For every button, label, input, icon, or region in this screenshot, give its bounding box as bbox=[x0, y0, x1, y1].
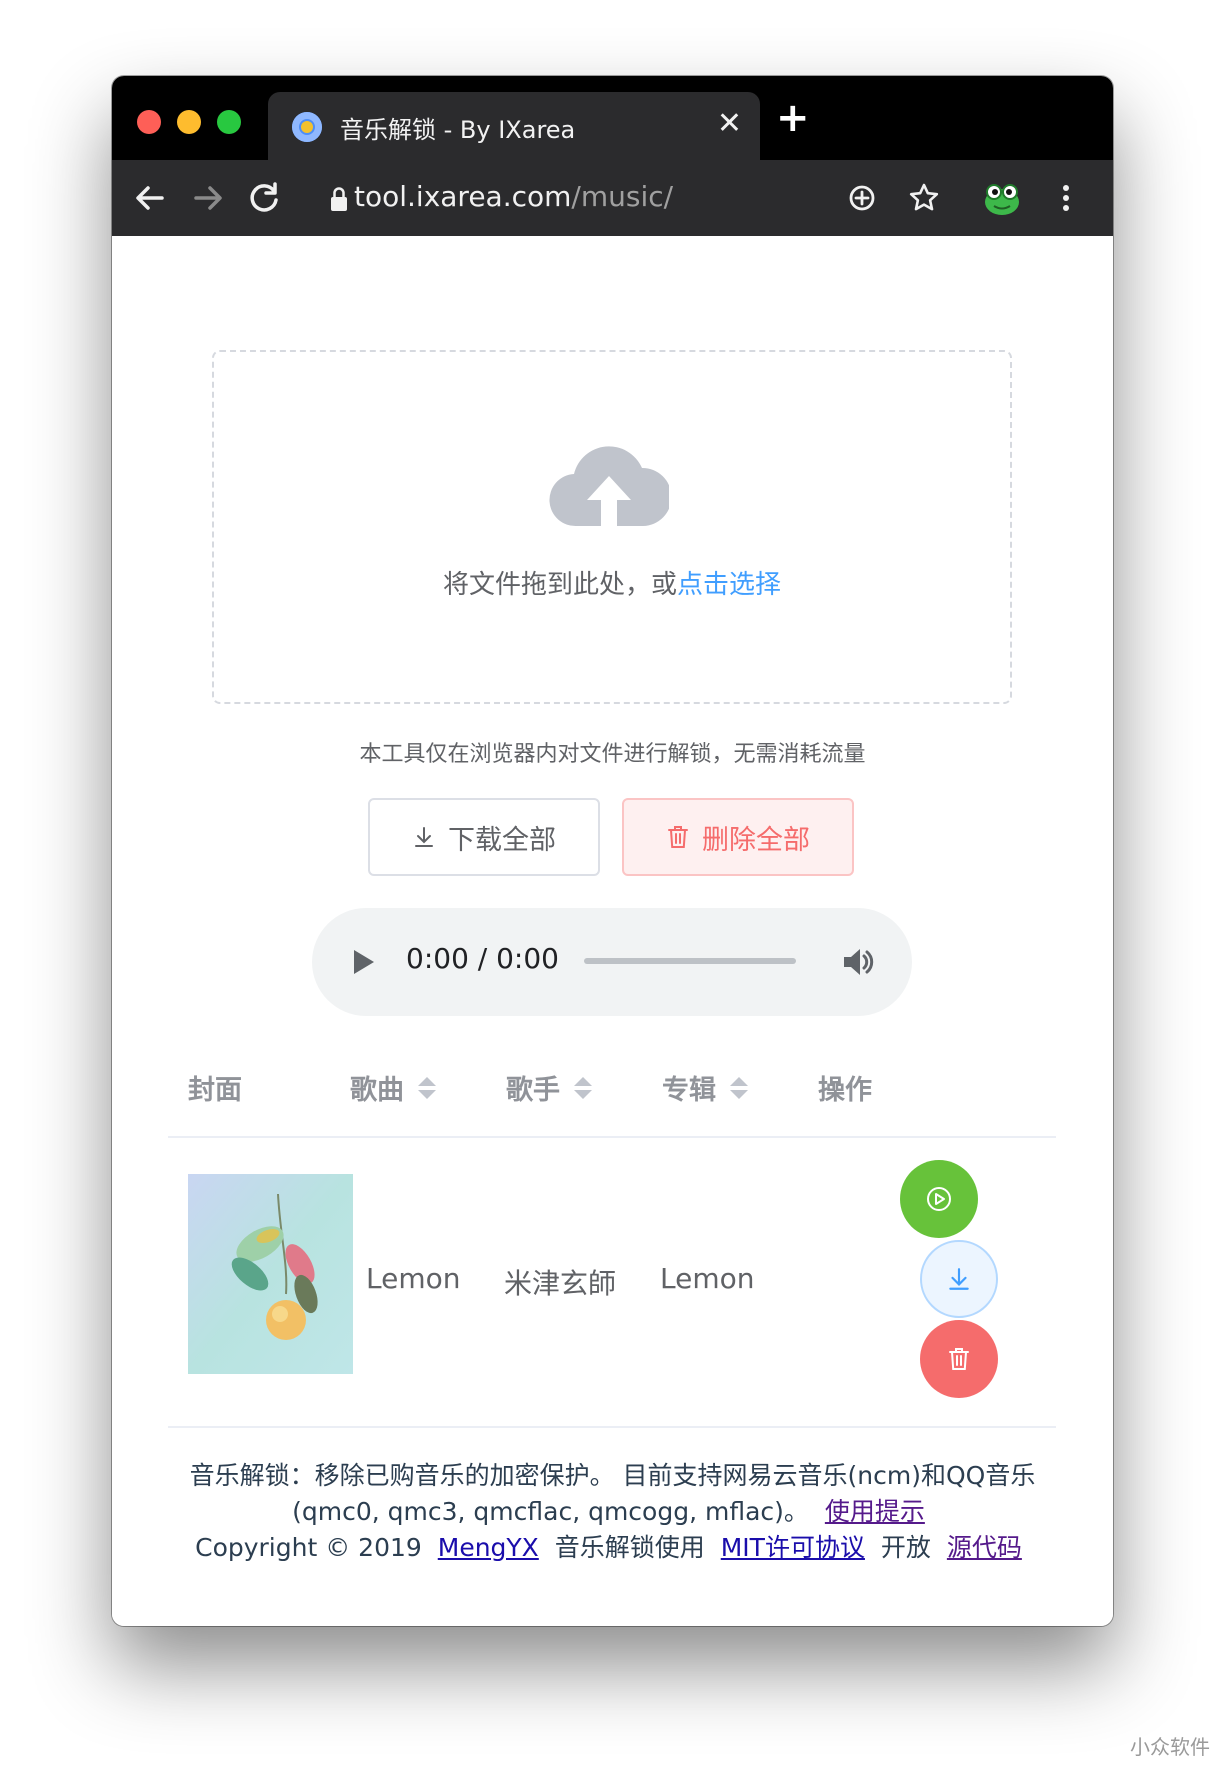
artist-name: 米津玄師 bbox=[504, 1267, 617, 1300]
footer-line-1: 音乐解锁：移除已购音乐的加密保护。 目前支持网易云音乐(ncm)和QQ音乐 bbox=[189, 1461, 1036, 1490]
reload-icon[interactable] bbox=[240, 174, 288, 222]
supported-formats: (qmc0, qmc3, qmcflac, qmcogg, mflac)。 bbox=[292, 1497, 809, 1526]
sort-icon[interactable] bbox=[730, 1076, 748, 1099]
tab-close-button[interactable]: ✕ bbox=[717, 106, 742, 142]
license-text: 音乐解锁使用 bbox=[554, 1533, 705, 1562]
address-bar[interactable]: tool.ixarea.com/music/ bbox=[354, 180, 673, 213]
watermark: 小众软件 bbox=[1130, 1735, 1210, 1759]
column-album[interactable]: 专辑 bbox=[662, 1068, 748, 1107]
column-actions: 操作 bbox=[818, 1068, 872, 1107]
play-button[interactable] bbox=[900, 1160, 978, 1238]
forward-arrow-icon[interactable] bbox=[184, 174, 232, 222]
column-song[interactable]: 歌曲 bbox=[350, 1068, 436, 1107]
usage-tips-link[interactable]: 使用提示 bbox=[825, 1497, 925, 1526]
favicon-icon bbox=[292, 112, 322, 142]
album-cover-image bbox=[188, 1174, 353, 1374]
browser-toolbar: tool.ixarea.com/music/ bbox=[112, 160, 1113, 236]
column-artist[interactable]: 歌手 bbox=[506, 1068, 592, 1107]
play-circle-icon bbox=[927, 1187, 951, 1211]
download-all-label: 下载全部 bbox=[448, 824, 556, 856]
sort-icon[interactable] bbox=[574, 1076, 592, 1099]
trash-icon bbox=[668, 826, 688, 848]
download-all-button[interactable]: 下载全部 bbox=[368, 798, 600, 876]
table-row: Lemon 米津玄師 Lemon bbox=[168, 1136, 1056, 1428]
minimize-window-button[interactable] bbox=[177, 110, 201, 134]
song-title: Lemon bbox=[366, 1262, 461, 1295]
delete-all-button[interactable]: 删除全部 bbox=[622, 798, 854, 876]
download-icon bbox=[949, 1268, 969, 1290]
column-song-label: 歌曲 bbox=[350, 1075, 404, 1106]
column-album-label: 专辑 bbox=[662, 1075, 716, 1106]
footer-line-3: Copyright © 2019 MengYX 音乐解锁使用 MIT许可协议 开… bbox=[112, 1530, 1113, 1566]
sort-icon[interactable] bbox=[418, 1076, 436, 1099]
delete-all-label: 删除全部 bbox=[702, 824, 810, 856]
add-circle-icon[interactable] bbox=[838, 174, 886, 222]
page-footer: 音乐解锁：移除已购音乐的加密保护。 目前支持网易云音乐(ncm)和QQ音乐 (q… bbox=[112, 1458, 1113, 1566]
title-bar: 音乐解锁 - By IXarea ✕ + bbox=[112, 76, 1113, 160]
column-actions-label: 操作 bbox=[818, 1075, 872, 1106]
drag-hint: 将文件拖到此处，或 bbox=[442, 570, 677, 600]
lock-icon bbox=[331, 187, 347, 211]
download-icon bbox=[415, 827, 433, 847]
copyright-text: Copyright © 2019 bbox=[195, 1533, 422, 1562]
browser-tab[interactable]: 音乐解锁 - By IXarea ✕ bbox=[268, 92, 760, 160]
tab-title: 音乐解锁 - By IXarea bbox=[340, 116, 576, 144]
dropzone-text: 将文件拖到此处，或点击选择 bbox=[214, 564, 1010, 601]
download-button[interactable] bbox=[920, 1240, 998, 1318]
audio-player[interactable]: 0:00 / 0:00 bbox=[312, 908, 912, 1016]
delete-button[interactable] bbox=[920, 1320, 998, 1398]
close-window-button[interactable] bbox=[137, 110, 161, 134]
upload-dropzone[interactable]: 将文件拖到此处，或点击选择 bbox=[212, 350, 1012, 704]
column-cover: 封面 bbox=[188, 1068, 242, 1107]
browser-window: 音乐解锁 - By IXarea ✕ + tool.ixarea.com/mus… bbox=[112, 76, 1113, 1626]
volume-icon[interactable] bbox=[840, 944, 876, 980]
album-name: Lemon bbox=[660, 1262, 755, 1295]
open-text: 开放 bbox=[880, 1533, 931, 1562]
page-content: 将文件拖到此处，或点击选择 本工具仅在浏览器内对文件进行解锁，无需消耗流量 下载… bbox=[112, 236, 1113, 1626]
bookmark-star-icon[interactable] bbox=[900, 174, 948, 222]
url-host: tool.ixarea.com bbox=[354, 180, 572, 213]
author-link[interactable]: MengYX bbox=[438, 1533, 539, 1562]
license-link[interactable]: MIT许可协议 bbox=[721, 1533, 865, 1562]
table-header: 封面 歌曲 歌手 专辑 操作 bbox=[168, 1044, 1056, 1138]
more-menu-icon[interactable] bbox=[1042, 174, 1090, 222]
upload-tip: 本工具仅在浏览器内对文件进行解锁，无需消耗流量 bbox=[359, 742, 866, 767]
upload-cloud-icon bbox=[549, 446, 669, 527]
trash-icon bbox=[949, 1348, 969, 1370]
column-artist-label: 歌手 bbox=[506, 1075, 560, 1106]
url-path: /music/ bbox=[571, 180, 674, 213]
progress-slider[interactable] bbox=[584, 958, 796, 964]
column-cover-label: 封面 bbox=[188, 1075, 242, 1106]
profile-avatar-icon[interactable] bbox=[978, 174, 1026, 222]
album-cover bbox=[188, 1174, 353, 1374]
footer-line-2: (qmc0, qmc3, qmcflac, qmcogg, mflac)。 使用… bbox=[112, 1494, 1113, 1530]
click-select-link[interactable]: 点击选择 bbox=[677, 570, 781, 600]
maximize-window-button[interactable] bbox=[217, 110, 241, 134]
play-icon[interactable] bbox=[354, 950, 374, 974]
source-code-link[interactable]: 源代码 bbox=[947, 1533, 1022, 1562]
new-tab-button[interactable]: + bbox=[776, 98, 810, 138]
back-arrow-icon[interactable] bbox=[126, 174, 174, 222]
playback-time: 0:00 / 0:00 bbox=[406, 942, 559, 975]
